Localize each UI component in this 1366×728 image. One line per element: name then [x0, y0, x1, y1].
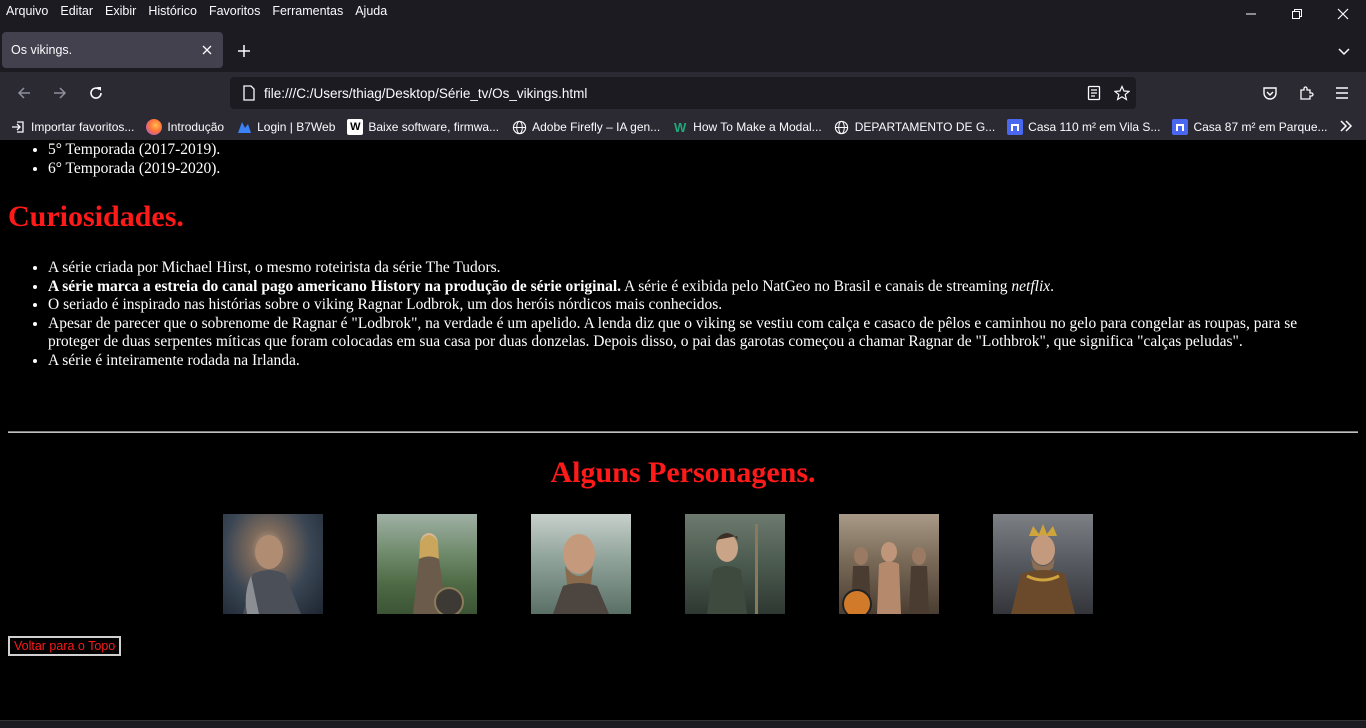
list-item: 6° Temporada (2019-2020).: [48, 159, 220, 178]
personagens-heading: Alguns Personagens.: [550, 456, 816, 489]
bookmark-label: Baixe software, firmwa...: [368, 120, 500, 134]
bookmark-label: Login | B7Web: [257, 120, 336, 134]
menu-ferramentas[interactable]: Ferramentas: [272, 4, 343, 18]
double-chevron-right-icon: [1340, 120, 1353, 132]
bookmark-label: DEPARTAMENTO DE G...: [854, 120, 996, 134]
bookmark-adobe-firefly[interactable]: Adobe Firefly – IA gen...: [511, 119, 660, 135]
text: .: [1050, 277, 1055, 295]
arrow-right-icon: [54, 87, 67, 99]
arrow-left-icon: [17, 87, 30, 99]
app-menu-button[interactable]: [1328, 80, 1356, 106]
character-photo-king-ecbert: [993, 514, 1093, 614]
bookmark-label: Casa 110 m² em Vila S...: [1028, 120, 1161, 134]
firefox-icon: [146, 119, 163, 135]
extensions-button[interactable]: [1292, 80, 1320, 106]
list-item: A série marca a estreia do canal pago am…: [48, 278, 1348, 297]
bookmark-baixe-software[interactable]: W Baixe software, firmwa...: [347, 119, 499, 135]
list-item: A série criada por Michael Hirst, o mesm…: [48, 259, 1348, 278]
pocket-button[interactable]: [1256, 80, 1284, 106]
bookmark-departamento[interactable]: DEPARTAMENTO DE G...: [834, 119, 995, 135]
bookmark-how-to-make-modal[interactable]: W How To Make a Modal...: [672, 119, 822, 135]
character-photo-athelstan: [685, 514, 785, 614]
page-icon: [234, 85, 264, 101]
text: A série é exibida pelo NatGeo no Brasil …: [621, 277, 1012, 295]
puzzle-icon: [1300, 86, 1314, 100]
reader-view-button[interactable]: [1080, 80, 1108, 106]
restore-icon: [1292, 9, 1302, 19]
minimize-icon: [1246, 13, 1256, 15]
menu-editar[interactable]: Editar: [60, 4, 93, 18]
tab-bar: Os vikings.: [0, 22, 1366, 72]
navigation-bar: file:///C:/Users/thiag/Desktop/Série_tv/…: [0, 72, 1366, 114]
menu-arquivo[interactable]: Arquivo: [6, 4, 48, 18]
page-content: 5° Temporada (2017-2019). 6° Temporada (…: [0, 140, 1366, 720]
horizontal-rule: [8, 431, 1358, 433]
globe-icon: [511, 119, 527, 135]
forward-button[interactable]: [46, 80, 74, 106]
menu-bar: Arquivo Editar Exibir Histórico Favorito…: [0, 0, 1366, 22]
bookmark-label: Casa 87 m² em Parque...: [1193, 120, 1328, 134]
back-button[interactable]: [10, 80, 38, 106]
bookmark-casa-87[interactable]: Casa 87 m² em Parque...: [1172, 119, 1328, 135]
italic-text: netflix: [1011, 277, 1051, 295]
character-photo-floki: [531, 514, 631, 614]
menu-exibir[interactable]: Exibir: [105, 4, 136, 18]
list-item: Apesar de parecer que o sobrenome de Rag…: [48, 315, 1348, 352]
curiosidades-list: A série criada por Michael Hirst, o mesm…: [48, 259, 1348, 370]
bookmark-label: Introdução: [167, 120, 225, 134]
pocket-icon: [1263, 87, 1277, 100]
house-icon: [1172, 119, 1189, 135]
back-to-top-button[interactable]: Voltar para o Topo: [8, 636, 122, 656]
seasons-list: 5° Temporada (2017-2019). 6° Temporada (…: [48, 140, 220, 178]
bookmark-importar-favoritos[interactable]: Importar favoritos...: [10, 119, 134, 135]
chevron-down-icon: [1338, 48, 1350, 56]
bookmark-label: How To Make a Modal...: [693, 120, 822, 134]
list-item: O seriado é inspirado nas histórias sobr…: [48, 296, 1348, 315]
list-item: A série é inteiramente rodada na Irlanda…: [48, 352, 1348, 371]
url-text[interactable]: file:///C:/Users/thiag/Desktop/Série_tv/…: [264, 86, 1080, 101]
tab-title: Os vikings.: [11, 43, 73, 57]
bookmark-label: Importar favoritos...: [31, 120, 135, 134]
curiosidades-heading: Curiosidades.: [8, 200, 184, 233]
tab-os-vikings[interactable]: Os vikings.: [2, 32, 223, 68]
w-green-icon: W: [674, 119, 687, 135]
plus-icon: [238, 45, 250, 57]
bold-text: A série marca a estreia do canal pago am…: [48, 277, 622, 295]
close-icon: [202, 45, 212, 55]
characters-gallery: [223, 514, 1147, 614]
menu-ajuda[interactable]: Ajuda: [355, 4, 387, 18]
reader-view-icon: [1087, 85, 1101, 101]
bookmarks-overflow-button[interactable]: [1338, 118, 1354, 139]
url-bar[interactable]: file:///C:/Users/thiag/Desktop/Série_tv/…: [230, 77, 1136, 109]
reload-button[interactable]: [82, 80, 110, 106]
character-photo-warriors: [839, 514, 939, 614]
bookmark-label: Adobe Firefly – IA gen...: [532, 120, 661, 134]
list-item: 5° Temporada (2017-2019).: [48, 140, 220, 159]
house-icon: [1007, 119, 1024, 135]
tab-close-button[interactable]: [195, 38, 219, 62]
character-photo-lagertha: [377, 514, 477, 614]
reload-icon: [90, 87, 102, 99]
bottom-edge: [0, 720, 1366, 728]
bookmark-introducao[interactable]: Introdução: [146, 119, 224, 135]
hamburger-icon: [1336, 87, 1348, 99]
bookmark-star-button[interactable]: [1108, 80, 1136, 106]
star-icon: [1114, 85, 1130, 101]
bookmark-login-b7web[interactable]: Login | B7Web: [236, 119, 335, 135]
import-icon: [10, 119, 26, 135]
menu-favoritos[interactable]: Favoritos: [209, 4, 260, 18]
character-photo-ragnar: [223, 514, 323, 614]
new-tab-button[interactable]: [232, 39, 256, 63]
bookmark-casa-110[interactable]: Casa 110 m² em Vila S...: [1007, 119, 1160, 135]
list-all-tabs-button[interactable]: [1332, 39, 1356, 63]
menu-historico[interactable]: Histórico: [148, 4, 197, 18]
close-icon: [1337, 8, 1349, 20]
bookmarks-toolbar: Importar favoritos... Introdução Login |…: [0, 114, 1366, 140]
w-logo-icon: W: [347, 119, 364, 135]
globe-icon: [834, 119, 850, 135]
b7web-icon: [236, 119, 252, 135]
